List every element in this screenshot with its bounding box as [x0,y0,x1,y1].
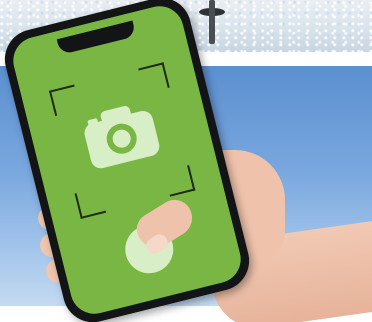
viewfinder-corner-bottom-right [163,165,196,197]
camera-icon [84,106,160,169]
measurement-pole [209,0,215,44]
phone-notch [56,20,137,55]
viewfinder-corner-bottom-left [74,187,107,219]
viewfinder-corner-top-right [138,62,170,94]
viewfinder-corner-top-left [48,84,81,117]
illustration [0,0,372,322]
